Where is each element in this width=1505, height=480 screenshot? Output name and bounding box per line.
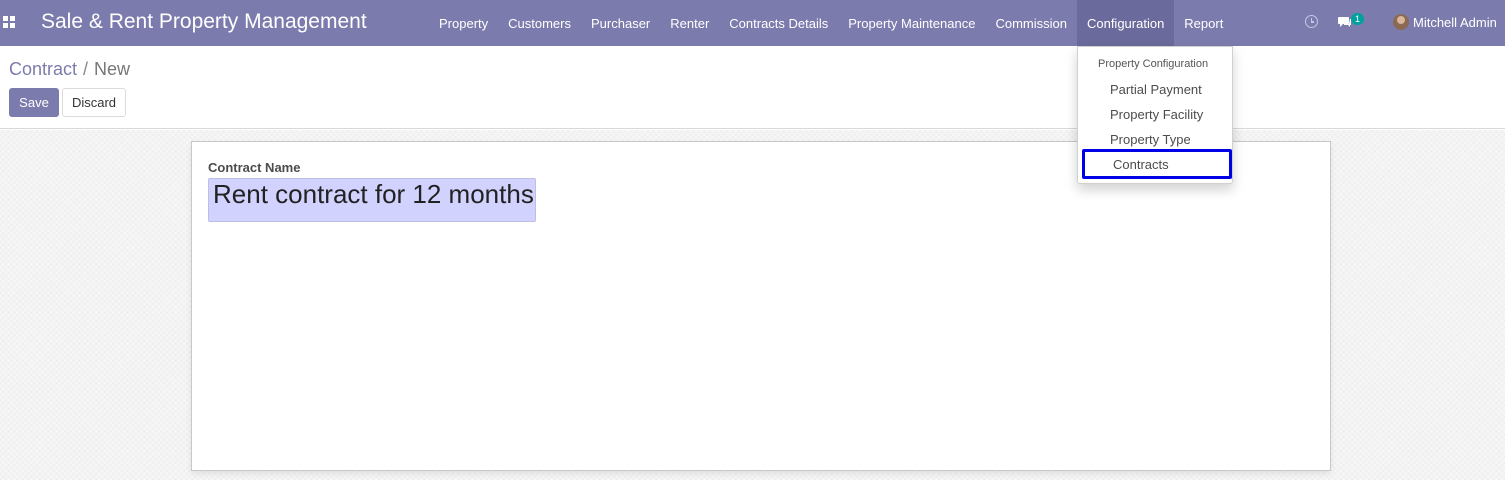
breadcrumb-separator: / bbox=[83, 59, 89, 79]
apps-grid-icon[interactable] bbox=[3, 16, 15, 28]
messages-count-badge: 1 bbox=[1351, 13, 1365, 25]
discard-button[interactable]: Discard bbox=[62, 88, 126, 117]
form-view-background: Contract Name Rent contract for 12 month… bbox=[0, 130, 1505, 480]
dropdown-header: Property Configuration bbox=[1098, 58, 1209, 70]
breadcrumb-parent[interactable]: Contract bbox=[9, 59, 77, 79]
save-button[interactable]: Save bbox=[9, 88, 59, 117]
menu-item-customers[interactable]: Customers bbox=[498, 0, 581, 46]
menu-item-property-maintenance[interactable]: Property Maintenance bbox=[838, 0, 985, 46]
dropdown-item-contracts[interactable]: Contracts bbox=[1082, 149, 1232, 179]
breadcrumb-current: New bbox=[94, 59, 131, 79]
main-menu: Property Customers Purchaser Renter Cont… bbox=[429, 0, 1233, 46]
app-title[interactable]: Sale & Rent Property Management bbox=[41, 10, 367, 34]
menu-item-purchaser[interactable]: Purchaser bbox=[581, 0, 660, 46]
avatar[interactable] bbox=[1393, 14, 1409, 30]
menu-item-report[interactable]: Report bbox=[1174, 0, 1233, 46]
menu-item-renter[interactable]: Renter bbox=[660, 0, 719, 46]
user-name[interactable]: Mitchell Admin bbox=[1413, 15, 1497, 30]
control-panel: Contract / New Save Discard bbox=[0, 46, 1505, 129]
breadcrumb: Contract / New bbox=[9, 59, 130, 80]
configuration-dropdown: Property Configuration Partial Payment P… bbox=[1077, 46, 1233, 184]
menu-item-configuration[interactable]: Configuration bbox=[1076, 0, 1175, 46]
dropdown-item-property-facility[interactable]: Property Facility bbox=[1078, 102, 1232, 127]
contract-name-input[interactable]: Rent contract for 12 months bbox=[208, 178, 536, 222]
menu-item-commission[interactable]: Commission bbox=[985, 0, 1077, 46]
clock-icon[interactable] bbox=[1305, 15, 1318, 28]
menu-item-contracts-details[interactable]: Contracts Details bbox=[719, 0, 838, 46]
top-navbar: Sale & Rent Property Management Property… bbox=[0, 0, 1505, 46]
menu-item-property[interactable]: Property bbox=[429, 0, 498, 46]
form-sheet: Contract Name Rent contract for 12 month… bbox=[191, 141, 1331, 471]
chat-icon[interactable] bbox=[1338, 15, 1352, 29]
contract-name-label: Contract Name bbox=[208, 160, 301, 175]
dropdown-item-partial-payment[interactable]: Partial Payment bbox=[1078, 77, 1232, 102]
